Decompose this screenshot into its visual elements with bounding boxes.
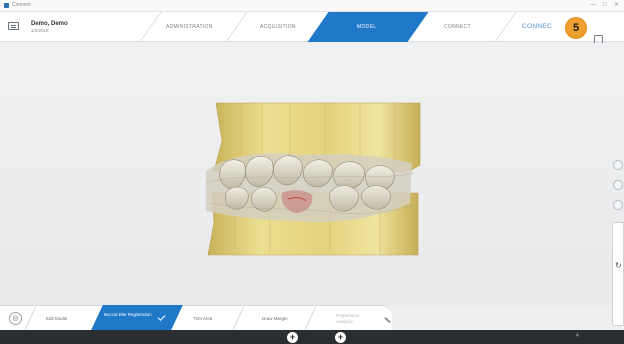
window-title: Connect <box>12 2 31 8</box>
tab-acquisition[interactable]: ACQUISITION <box>260 24 296 30</box>
step-edit-model[interactable]: Edit Model <box>46 316 67 321</box>
patient-date: 1/3/2019 <box>31 28 49 33</box>
step-buccal-bite-registration[interactable]: Buccal Bite Registration <box>104 312 154 318</box>
workflow-header: Demo, Demo 1/3/2019 ADMINISTRATION ACQUI… <box>0 12 624 44</box>
tab-divider <box>225 12 248 42</box>
patient-name[interactable]: Demo, Demo <box>31 21 68 27</box>
step-number-badge: 5 <box>566 18 586 38</box>
view-tool-icon[interactable] <box>613 160 623 170</box>
patient-card-icon[interactable] <box>8 22 19 30</box>
workflow-steps-bar: ◎ Edit Model Buccal Bite Registration Tr… <box>0 305 624 330</box>
bottom-toolbar: + + 4 <box>0 330 624 344</box>
snapshot-icon[interactable] <box>613 200 623 210</box>
tab-divider <box>139 12 162 42</box>
refresh-icon[interactable]: ↻ <box>615 261 622 270</box>
maximize-button[interactable]: □ <box>603 2 607 9</box>
steps-home-icon[interactable]: ◎ <box>9 312 22 325</box>
model-viewport[interactable] <box>0 43 624 305</box>
minimize-button[interactable]: — <box>590 2 596 9</box>
tab-divider <box>494 12 517 42</box>
visibility-icon[interactable] <box>613 180 623 190</box>
dental-scan-model[interactable] <box>0 43 624 305</box>
tab-connect[interactable]: CONNECT <box>444 24 471 30</box>
tab-administration[interactable]: ADMINISTRATION <box>166 24 213 30</box>
toolbar-indicator: 4 <box>576 333 579 339</box>
app-icon <box>4 3 9 8</box>
tab-model[interactable]: MODEL <box>357 24 376 30</box>
window-titlebar: Connect — □ ✕ <box>0 0 624 12</box>
tab-connect-send[interactable]: CONNEC <box>522 23 552 30</box>
step-draw-margin[interactable]: Draw Margin <box>262 316 288 321</box>
step-trim-area[interactable]: Trim Area <box>193 316 212 321</box>
close-button[interactable]: ✕ <box>614 2 619 9</box>
step-preparation-analysis: Preparation Analysis <box>336 313 360 324</box>
add-left-button[interactable]: + <box>287 332 298 343</box>
add-right-button[interactable]: + <box>335 332 346 343</box>
